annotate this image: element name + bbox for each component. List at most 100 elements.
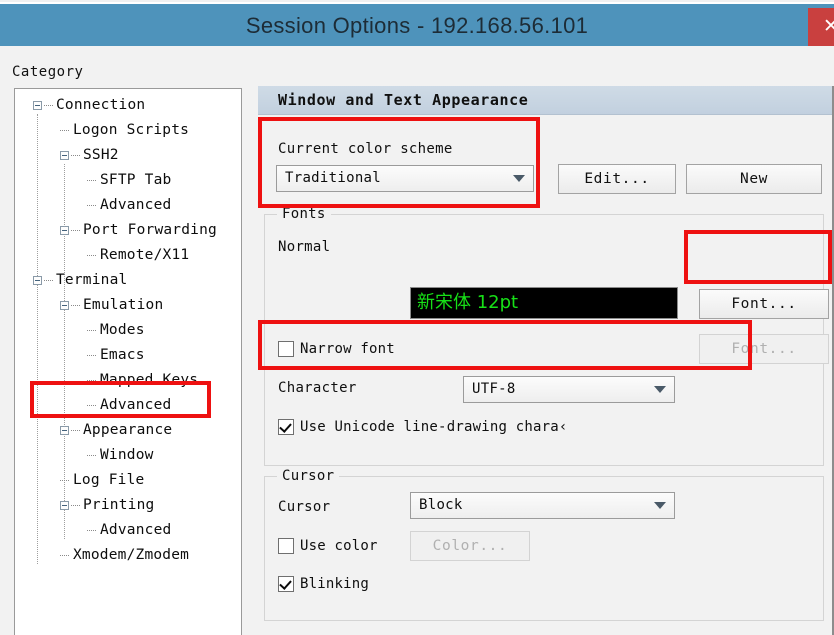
sidebar-item-label: Terminal (56, 272, 128, 288)
normal-font-label: Normal (278, 239, 331, 255)
tree-dash (87, 405, 96, 407)
pane-header-title: Window and Text Appearance (278, 91, 529, 109)
tree-dash (87, 330, 96, 332)
sidebar-item-label: SSH2 (83, 147, 119, 163)
tree-dash (44, 105, 53, 107)
character-encoding-combo[interactable]: UTF-8 (463, 376, 675, 403)
sidebar-item-label: Mapped Keys (100, 372, 199, 388)
use-color-label: Use color (300, 538, 378, 554)
edit-scheme-button[interactable]: Edit... (558, 164, 676, 194)
new-scheme-button[interactable]: New (686, 164, 822, 194)
unicode-line-drawing-label: Use Unicode line-drawing chara‹ (300, 419, 568, 435)
sidebar-item-ssh2[interactable]: SSH2 (15, 143, 241, 168)
sidebar-item-advanced[interactable]: Advanced (15, 393, 241, 418)
sidebar-item-appearance[interactable]: Appearance (15, 418, 241, 443)
sidebar-item-advanced[interactable]: Advanced (15, 193, 241, 218)
use-color-checkbox[interactable] (278, 538, 294, 554)
sidebar-item-label: Advanced (100, 197, 172, 213)
sidebar-item-label: Port Forwarding (83, 222, 217, 238)
color-scheme-combo[interactable]: Traditional (276, 165, 534, 192)
sidebar-item-port-forwarding[interactable]: Port Forwarding (15, 218, 241, 243)
tree-dash (87, 355, 96, 357)
color-scheme-label: Current color scheme (278, 141, 453, 157)
settings-pane: Window and Text Appearance Current color… (258, 86, 834, 635)
sidebar-item-label: Connection (56, 97, 146, 113)
tree-dash (87, 205, 96, 207)
collapse-icon[interactable] (60, 226, 69, 235)
sidebar-item-label: Logon Scripts (73, 122, 190, 138)
tree-dash (60, 130, 69, 132)
sidebar-item-printing[interactable]: Printing (15, 493, 241, 518)
chevron-down-icon (654, 386, 666, 393)
chevron-down-icon (513, 175, 525, 182)
category-tree: Connection Logon Scripts SSH2 SFTP Tab Advan… (15, 89, 241, 568)
character-encoding-label: Character (278, 380, 357, 396)
tree-dash (87, 530, 96, 532)
color-scheme-value: Traditional (285, 170, 382, 186)
blinking-checkbox[interactable] (278, 576, 294, 592)
sidebar-item-emacs[interactable]: Emacs (15, 343, 241, 368)
sidebar-item-sftp-tab[interactable]: SFTP Tab (15, 168, 241, 193)
normal-font-sample: 新宋体 12pt (410, 287, 678, 319)
cursor-style-label: Cursor (278, 499, 331, 515)
session-options-dialog: Session Options - 192.168.56.101 ✕ Categ… (0, 0, 834, 635)
dialog-body: Category Connection Logon Scripts SSH2 SFTP… (0, 46, 834, 635)
collapse-icon[interactable] (60, 151, 69, 160)
sidebar-item-logon-scripts[interactable]: Logon Scripts (15, 118, 241, 143)
tree-dash (60, 480, 69, 482)
close-button[interactable]: ✕ (808, 8, 834, 46)
window-title: Session Options - 192.168.56.101 (245, 13, 589, 38)
category-heading: Category (12, 64, 84, 80)
sidebar-item-label: Window (100, 447, 154, 463)
cursor-style-combo[interactable]: Block (410, 492, 675, 519)
sidebar-item-label: Modes (100, 322, 145, 338)
cursor-group-title: Cursor (277, 468, 340, 484)
tree-dash (44, 280, 53, 282)
sidebar-item-modes[interactable]: Modes (15, 318, 241, 343)
tree-dash (71, 230, 80, 232)
cursor-color-button: Color... (410, 531, 530, 561)
sidebar-item-label: SFTP Tab (100, 172, 172, 188)
character-encoding-value: UTF-8 (472, 381, 516, 397)
sidebar-item-terminal[interactable]: Terminal (15, 268, 241, 293)
title-bar: Session Options - 192.168.56.101 ✕ (0, 2, 834, 48)
category-tree-panel[interactable]: Connection Logon Scripts SSH2 SFTP Tab Advan… (14, 88, 242, 635)
sidebar-item-label: Advanced (100, 522, 172, 538)
narrow-font-checkbox[interactable] (278, 341, 294, 357)
sidebar-item-remote-x11[interactable]: Remote/X11 (15, 243, 241, 268)
sidebar-item-window[interactable]: Window (15, 443, 241, 468)
unicode-line-drawing-checkbox[interactable] (278, 419, 294, 435)
tree-dash (87, 180, 96, 182)
collapse-icon[interactable] (60, 301, 69, 310)
close-icon: ✕ (823, 16, 834, 37)
sidebar-item-connection[interactable]: Connection (15, 93, 241, 118)
sidebar-item-mapped-keys[interactable]: Mapped Keys (15, 368, 241, 393)
tree-dash (87, 255, 96, 257)
tree-dash (87, 455, 96, 457)
sidebar-item-emulation[interactable]: Emulation (15, 293, 241, 318)
collapse-icon[interactable] (60, 426, 69, 435)
narrow-font-button: Font... (699, 334, 829, 364)
normal-font-button[interactable]: Font... (699, 289, 829, 319)
fonts-group-title: Fonts (277, 206, 331, 222)
sidebar-item-label: Printing (83, 497, 155, 513)
chevron-down-icon (654, 502, 666, 509)
pane-header: Window and Text Appearance (258, 86, 832, 115)
collapse-icon[interactable] (33, 101, 42, 110)
sidebar-item-label: Appearance (83, 422, 173, 438)
tree-dash (87, 380, 96, 382)
sidebar-item-advanced[interactable]: Advanced (15, 518, 241, 543)
sidebar-item-label: Advanced (100, 397, 172, 413)
sidebar-item-xmodem-zmodem[interactable]: Xmodem/Zmodem (15, 543, 241, 568)
tree-dash (71, 305, 80, 307)
tree-dash (71, 430, 80, 432)
tree-dash (71, 505, 80, 507)
cursor-style-value: Block (419, 497, 463, 513)
collapse-icon[interactable] (60, 501, 69, 510)
collapse-icon[interactable] (33, 276, 42, 285)
normal-font-sample-text: 新宋体 12pt (417, 292, 519, 313)
narrow-font-label: Narrow font (300, 341, 395, 357)
sidebar-item-label: Xmodem/Zmodem (73, 547, 190, 563)
sidebar-item-label: Emacs (100, 347, 145, 363)
sidebar-item-log-file[interactable]: Log File (15, 468, 241, 493)
